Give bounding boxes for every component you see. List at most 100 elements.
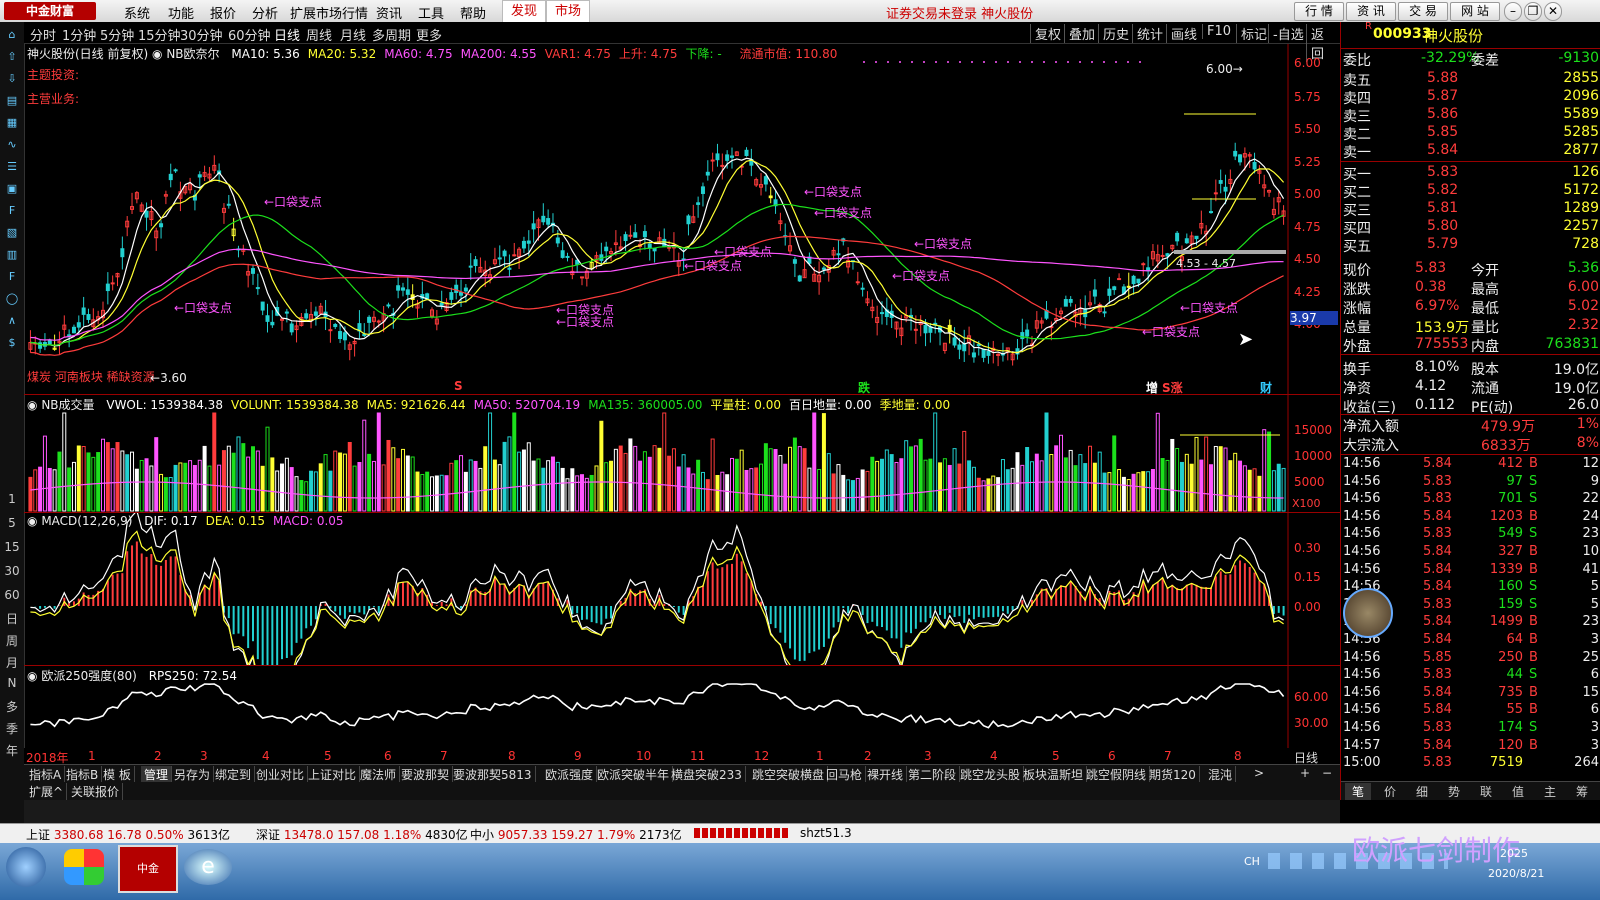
kline-pane[interactable]: ←口袋支点 ←口袋支点 ←口袋支点 ←口袋支点 ←口袋支点 ←口袋支点 ←口袋支点 ←口袋支点… [24,44,1340,395]
period-shortcut[interactable]: N [0,676,24,690]
media-app-icon[interactable] [64,849,104,885]
period-shortcut[interactable]: 15 [0,540,24,554]
tick-row[interactable]: 14:56 5.83 174 S 3 [1341,720,1600,738]
tick-row[interactable]: 14:56 5.84 1203 B 24 [1341,509,1600,527]
ask-row[interactable]: 卖五 5.88 2855 [1341,70,1600,89]
indicator-tab[interactable]: 魔法师 [357,766,401,783]
f5-icon[interactable]: ∧ [3,312,21,330]
period-shortcut[interactable]: 5 [0,516,24,530]
quote-tab[interactable]: 值 [1505,783,1531,800]
zx-index[interactable]: 中小 9057.33 159.27 1.79% 2173亿 [470,826,682,843]
period-shortcut[interactable]: 年 [0,742,24,759]
indicator-tab[interactable]: 跳空假阴线 [1083,766,1151,783]
rps-pane[interactable]: ◉ 欧派250强度(80) RPS250: 72.54 60.00 30.00 [24,666,1340,749]
ie-browser-icon[interactable]: e [184,849,232,885]
tick-row[interactable]: 15:00 5.83 7519 264 [1341,755,1600,773]
chart-tool-tab[interactable]: -自选 [1268,24,1308,43]
period-tab[interactable]: 60分钟 [228,25,271,44]
chart-tool-tab[interactable]: 画线 [1166,24,1201,43]
indicator-tab[interactable]: 板块温斯坦 [1020,766,1088,783]
start-button[interactable] [6,847,46,887]
quote-tab[interactable]: 势 [1441,783,1467,800]
list-icon[interactable]: ⇩ [3,70,21,88]
period-tab[interactable]: 日线 [274,25,300,44]
tick-row[interactable]: 14:56 5.84 55 B 6 [1341,702,1600,720]
coin-icon[interactable]: ▥ [3,246,21,264]
indicator-tab[interactable]: 指标B [63,766,103,783]
ask-row[interactable]: 卖二 5.85 5285 [1341,124,1600,143]
circle-icon[interactable]: F [3,202,21,220]
related-quote-tab[interactable]: 关联报价 [68,783,124,800]
indicator-tab[interactable]: 跳空突破横盘 [749,766,829,783]
period-tab[interactable]: 15分钟 [138,25,181,44]
macd-pane[interactable]: ◉ MACD(12,26,9) DIF: 0.17 DEA: 0.15 MACD: … [24,513,1340,666]
tick-row[interactable]: 14:56 5.84 412 B 12 [1341,456,1600,474]
indicator-tab[interactable]: 指标A [26,766,66,783]
chart-tool-tab[interactable]: 标记 [1236,24,1271,43]
period-shortcut[interactable]: 多 [0,698,24,715]
tick-row[interactable]: 14:56 5.83 97 S 9 [1341,474,1600,492]
period-tab[interactable]: 5分钟 [100,25,134,44]
ask-row[interactable]: 卖四 5.87 2096 [1341,88,1600,107]
restore-icon[interactable]: ❐ [1524,2,1542,21]
chart-tool-tab[interactable]: 统计 [1132,24,1167,43]
ime-indicator[interactable]: CH [1244,855,1260,868]
bid-row[interactable]: 买五 5.79 728 [1341,236,1600,255]
expand-tab[interactable]: 扩展^ [26,783,68,800]
pen-icon[interactable]: ◯ [3,290,21,308]
trade-button[interactable]: 交 易 [1398,2,1448,21]
tick-row[interactable]: 14:56 5.85 250 B 25 [1341,650,1600,668]
rps-toggle-icon[interactable]: ◉ [27,669,37,683]
indicator-tab[interactable]: 另存为 [171,766,215,783]
period-shortcut[interactable]: 60 [0,588,24,602]
f12-icon[interactable]: ▣ [3,180,21,198]
close-icon[interactable]: ✕ [1544,2,1562,21]
indicator-tab[interactable]: 欧派强度 [542,766,598,783]
indicator-tab[interactable]: 第二阶段 [905,766,961,783]
indicator-tab[interactable]: 绑定到 [212,766,256,783]
period-tab[interactable]: 周线 [306,25,332,44]
menu-item[interactable]: 帮助 [460,3,486,22]
volume-pane[interactable]: ◉ NB成交量 VWOL: 1539384.38 VOLUNT: 1539384.… [24,395,1340,513]
quote-tab[interactable]: 筹 [1569,783,1595,800]
rsi-icon[interactable]: ▧ [3,224,21,242]
period-shortcut[interactable]: 周 [0,632,24,649]
indicator-tab[interactable]: 欧派突破半年 [594,766,674,783]
indicator-toggle-icon[interactable]: ◉ [152,47,162,61]
tick-row[interactable]: 14:56 5.83 701 S 22 [1341,491,1600,509]
menu-market[interactable]: 市场 [546,0,591,24]
period-tab[interactable]: 更多 [416,25,442,44]
menu-discover[interactable]: 发现 [502,0,547,24]
trend-icon[interactable]: ⇧ [3,48,21,66]
kline-chart[interactable]: ←口袋支点←口袋支点←口袋支点←口袋支点←口袋支点←口袋支点←口袋支点←口袋支点… [24,44,1340,394]
period-shortcut[interactable]: 30 [0,564,24,578]
website-button[interactable]: 网 站 [1450,2,1500,21]
menu-item[interactable]: 报价 [210,3,236,22]
bar-chart-icon[interactable]: ⌂ [3,26,21,44]
tick-row[interactable]: 14:56 5.83 44 S 6 [1341,667,1600,685]
tick-row[interactable]: 14:56 5.84 1339 B 41 [1341,562,1600,580]
indicator-tab[interactable]: 混沌 [1205,766,1237,783]
quote-tab[interactable]: 价 [1377,783,1403,800]
bid-row[interactable]: 买一 5.83 126 [1341,164,1600,183]
period-tab[interactable]: 30分钟 [180,25,223,44]
sz-index[interactable]: 深证 13478.0 157.08 1.18% 4830亿 [256,826,468,843]
menu-item[interactable]: 系统 [124,3,150,22]
scroll-right-icon[interactable]: > [1254,766,1264,780]
chart-tool-tab[interactable]: 历史 [1098,24,1133,43]
grid-icon[interactable]: ▤ [3,92,21,110]
chart-tool-tab[interactable]: F10 [1202,24,1235,39]
indicator-tab[interactable]: 回马枪 [823,766,867,783]
quote-tab[interactable]: 主 [1537,783,1563,800]
f10-icon[interactable]: ▦ [3,114,21,132]
ask-row[interactable]: 卖一 5.84 2877 [1341,142,1600,161]
ask-row[interactable]: 卖三 5.86 5589 [1341,106,1600,125]
indicator-tab[interactable]: 裸开线 [864,766,908,783]
volume-toggle-icon[interactable]: ◉ [27,398,37,412]
tick-row[interactable]: 14:57 5.84 120 B 3 [1341,738,1600,756]
macd-chart[interactable] [24,513,1340,665]
quote-tab[interactable]: 笔 [1345,783,1371,800]
bid-row[interactable]: 买四 5.80 2257 [1341,218,1600,237]
indicator-tab[interactable]: 要波那契5813 [450,766,536,783]
indicator-tab[interactable]: 创业对比 [253,766,309,783]
